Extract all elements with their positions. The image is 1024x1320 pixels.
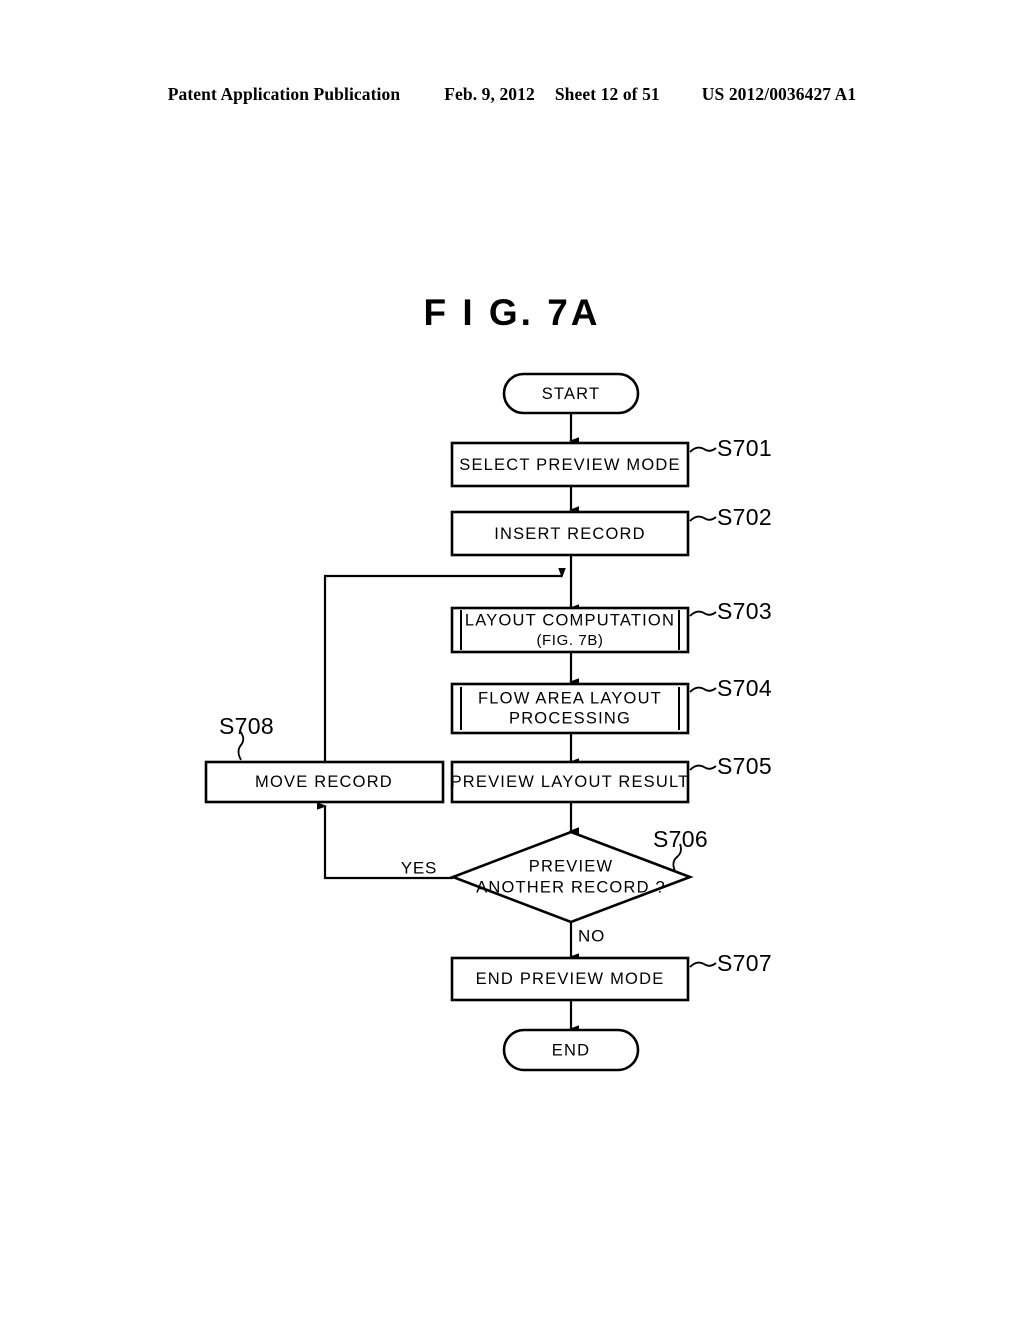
node-end: END: [502, 1028, 640, 1072]
s702-leader-line: [689, 515, 717, 522]
s702-label: INSERT RECORD: [494, 525, 646, 543]
node-s703: LAYOUT COMPUTATION (FIG. 7B) S703: [450, 598, 772, 654]
s702-step-label: S702: [717, 504, 772, 530]
s707-step-label: S707: [717, 950, 772, 976]
s704-sublabel: PROCESSING: [509, 709, 631, 727]
s703-sublabel: (FIG. 7B): [536, 632, 603, 649]
s706-step-label: S706: [653, 826, 708, 852]
s706-no-branch-label: NO: [578, 926, 605, 945]
s703-label: LAYOUT COMPUTATION: [465, 611, 675, 629]
node-start: START: [502, 372, 640, 415]
node-s704: FLOW AREA LAYOUT PROCESSING S704: [450, 675, 772, 735]
s706-label: PREVIEW: [529, 857, 614, 875]
s701-leader-line: [689, 446, 717, 453]
s704-label: FLOW AREA LAYOUT: [478, 689, 662, 707]
node-s706: PREVIEW ANOTHER RECORD ? S706 YES NO: [401, 826, 708, 945]
s705-leader-line: [689, 764, 717, 771]
end-label: END: [552, 1041, 590, 1059]
s704-leader-line: [689, 686, 717, 693]
s701-label: SELECT PREVIEW MODE: [459, 456, 680, 474]
s701-step-label: S701: [717, 435, 772, 461]
s705-step-label: S705: [717, 753, 772, 779]
s707-label: END PREVIEW MODE: [476, 970, 665, 988]
node-s707: END PREVIEW MODE S707: [450, 950, 772, 1002]
s704-step-label: S704: [717, 675, 772, 701]
s703-leader-line: [689, 610, 717, 617]
node-s702: INSERT RECORD S702: [450, 504, 772, 557]
node-s701: SELECT PREVIEW MODE S701: [450, 435, 772, 488]
s706-yes-branch-label: YES: [401, 858, 437, 877]
s707-leader-line: [689, 961, 717, 968]
flowchart-diagram: START SELECT PREVIEW MODE S701 INSERT RE…: [0, 0, 1024, 1320]
s708-label: MOVE RECORD: [255, 773, 393, 791]
s705-label: PREVIEW LAYOUT RESULT: [451, 773, 690, 791]
s706-sublabel: ANOTHER RECORD ?: [476, 878, 666, 896]
s703-step-label: S703: [717, 598, 772, 624]
start-label: START: [542, 385, 601, 403]
node-s705: PREVIEW LAYOUT RESULT S705: [451, 753, 772, 804]
s708-step-label: S708: [219, 713, 274, 739]
